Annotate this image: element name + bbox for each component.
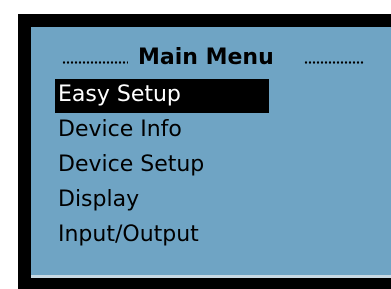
menu-item-device-info[interactable]: Device Info: [55, 114, 391, 148]
main-menu-list: Easy Setup Device Info Device Setup Disp…: [55, 79, 391, 254]
title-right-dotted-rule: [304, 61, 364, 64]
menu-item-label: Display: [58, 187, 140, 212]
title-left-dotted-rule: [62, 61, 128, 64]
menu-item-input-output[interactable]: Input/Output: [55, 219, 391, 253]
menu-item-label: Device Info: [58, 117, 182, 142]
menu-item-label: Easy Setup: [58, 82, 181, 107]
menu-item-label: Input/Output: [58, 222, 199, 247]
display-screen: Main Menu Easy Setup Device Info Device …: [31, 27, 391, 278]
menu-item-display[interactable]: Display: [55, 184, 391, 218]
menu-item-label: Device Setup: [58, 152, 205, 177]
menu-item-device-setup[interactable]: Device Setup: [55, 149, 391, 183]
device-display-frame: Main Menu Easy Setup Device Info Device …: [18, 14, 391, 289]
page-title: Main Menu: [138, 45, 274, 70]
menu-item-easy-setup[interactable]: Easy Setup: [55, 79, 269, 113]
menu-header: Main Menu: [31, 41, 391, 75]
